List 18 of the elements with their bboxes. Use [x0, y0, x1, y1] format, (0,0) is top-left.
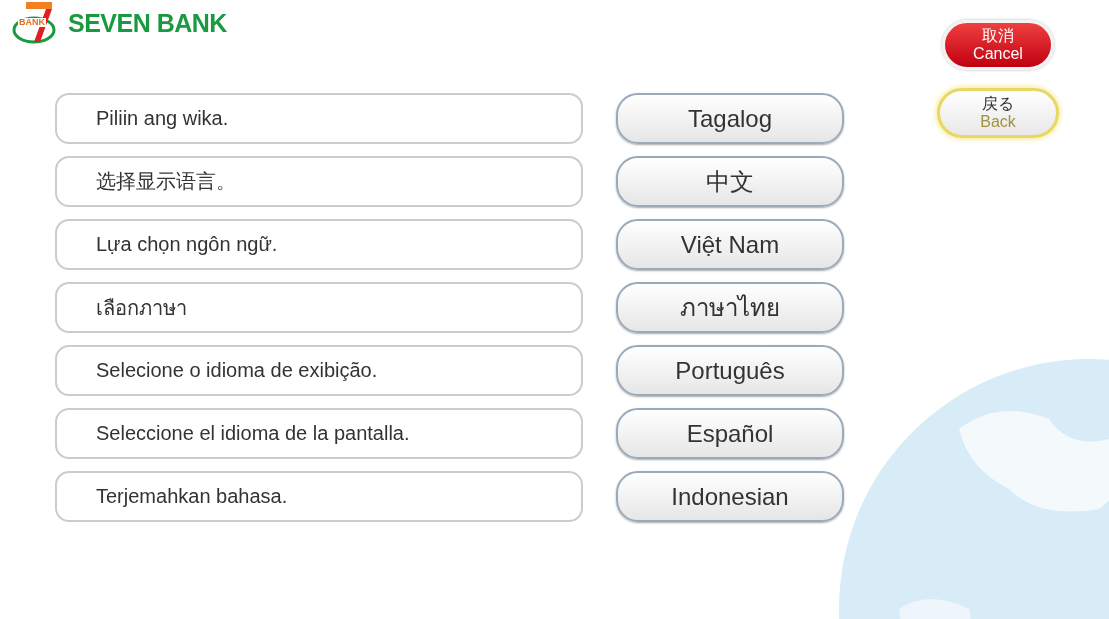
logo-badge-text: BANK — [18, 18, 46, 27]
language-prompt: Selecione o idioma de exibição. — [55, 345, 583, 396]
language-button[interactable]: 中文 — [616, 156, 844, 207]
language-prompt: 选择显示语言。 — [55, 156, 583, 207]
language-prompt: Seleccione el idioma de la pantalla. — [55, 408, 583, 459]
language-prompt: Terjemahkan bahasa. — [55, 471, 583, 522]
language-prompt: เลือกภาษา — [55, 282, 583, 333]
language-button[interactable]: ภาษาไทย — [616, 282, 844, 333]
language-prompt: Piliin ang wika. — [55, 93, 583, 144]
language-prompt: Lựa chọn ngôn ngữ. — [55, 219, 583, 270]
language-button[interactable]: Indonesian — [616, 471, 844, 522]
language-button[interactable]: Việt Nam — [616, 219, 844, 270]
back-button[interactable]: 戻る Back — [937, 88, 1059, 138]
language-button[interactable]: Español — [616, 408, 844, 459]
cancel-button[interactable]: 取消 Cancel — [942, 20, 1054, 70]
bank-name: SEVEN BANK — [68, 8, 227, 38]
language-button[interactable]: Português — [616, 345, 844, 396]
language-button[interactable]: Tagalog — [616, 93, 844, 144]
